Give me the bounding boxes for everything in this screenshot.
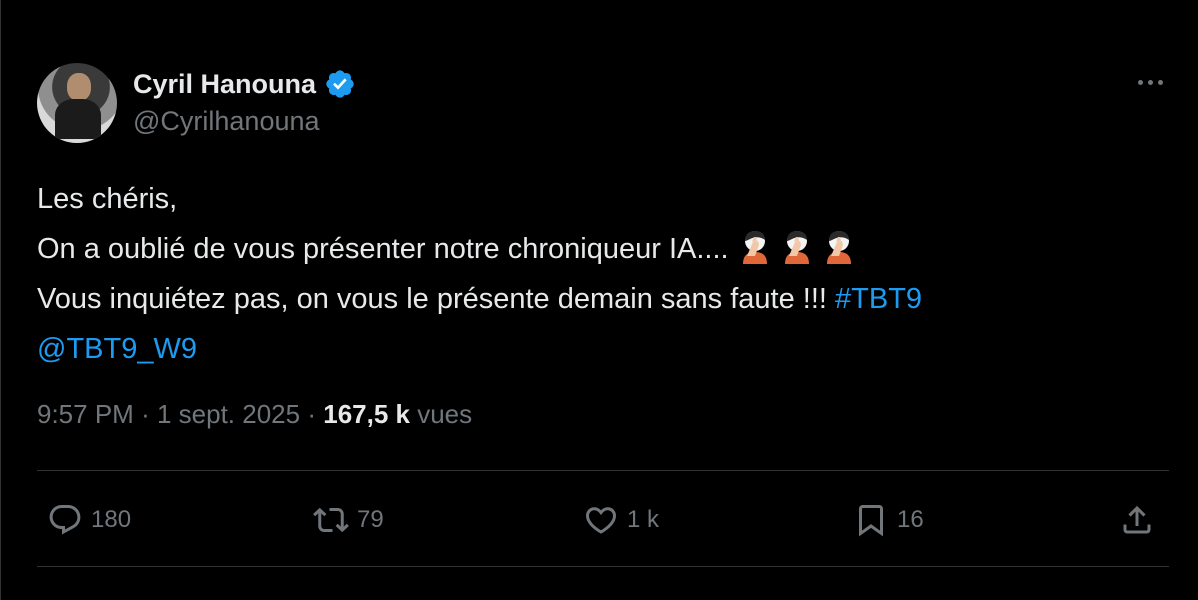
more-dot <box>1147 79 1153 85</box>
more-dot <box>1137 79 1143 85</box>
tweet-meta: 9:57 PM · 1 sept. 2025 · 167,5 k vues <box>37 399 472 430</box>
avatar-face <box>67 73 91 101</box>
author-handle[interactable]: @Cyrilhanouna <box>133 106 320 137</box>
like-count: 1 k <box>627 506 660 533</box>
tweet-line-2: On a oublié de vous présenter notre chro… <box>37 224 1147 274</box>
tweet-date[interactable]: 1 sept. 2025 <box>157 399 300 429</box>
repost-count: 79 <box>357 506 384 533</box>
face-palm-emoji-icon <box>781 228 813 264</box>
divider-bottom <box>37 566 1169 567</box>
hashtag-link[interactable]: #TBT9 <box>835 283 922 315</box>
emoji-group <box>729 231 855 265</box>
divider-top <box>37 470 1169 471</box>
repost-button[interactable]: 79 <box>313 490 384 550</box>
meta-separator: · <box>141 399 150 429</box>
share-icon <box>1123 505 1151 534</box>
left-border <box>0 0 1 600</box>
share-button[interactable] <box>1119 490 1155 550</box>
face-palm-emoji-icon <box>739 228 771 264</box>
repost-icon <box>313 507 349 533</box>
meta-separator: · <box>307 399 316 429</box>
tweet-card: Cyril Hanouna @Cyrilhanouna Les chéris, … <box>0 0 1198 600</box>
tweet-line-1: Les chéris, <box>37 183 178 215</box>
views-count: 167,5 k <box>323 399 410 429</box>
tweet-time[interactable]: 9:57 PM <box>37 399 134 429</box>
more-dot <box>1157 79 1163 85</box>
tweet-text: Les chéris, On a oublié de vous présente… <box>37 174 1147 374</box>
more-options-icon[interactable] <box>1134 72 1166 92</box>
reply-button[interactable]: 180 <box>47 490 131 550</box>
tweet-line-3-text: Vous inquiétez pas, on vous le présente … <box>37 283 827 315</box>
action-bar: 180 79 1 k 16 <box>37 490 1169 550</box>
author-name-row: Cyril Hanouna <box>133 66 356 102</box>
face-palm-emoji-icon <box>823 228 855 264</box>
reply-count: 180 <box>91 506 132 533</box>
author-display-name[interactable]: Cyril Hanouna <box>133 69 316 100</box>
heart-icon <box>585 507 617 534</box>
bookmark-count: 16 <box>897 506 924 533</box>
mention-link[interactable]: @TBT9_W9 <box>37 333 197 365</box>
tweet-line-3: Vous inquiétez pas, on vous le présente … <box>37 274 1147 324</box>
verified-badge-icon[interactable] <box>324 68 356 100</box>
bookmark-button[interactable]: 16 <box>853 490 924 550</box>
like-button[interactable]: 1 k <box>583 490 659 550</box>
views-label: vues <box>417 399 473 429</box>
avatar[interactable] <box>37 63 117 143</box>
tweet-line-2-text: On a oublié de vous présenter notre chro… <box>37 233 729 265</box>
tweet-line-4: @TBT9_W9 <box>37 324 1147 374</box>
bookmark-icon <box>859 505 883 537</box>
reply-icon <box>49 505 81 535</box>
avatar-body <box>55 99 101 139</box>
